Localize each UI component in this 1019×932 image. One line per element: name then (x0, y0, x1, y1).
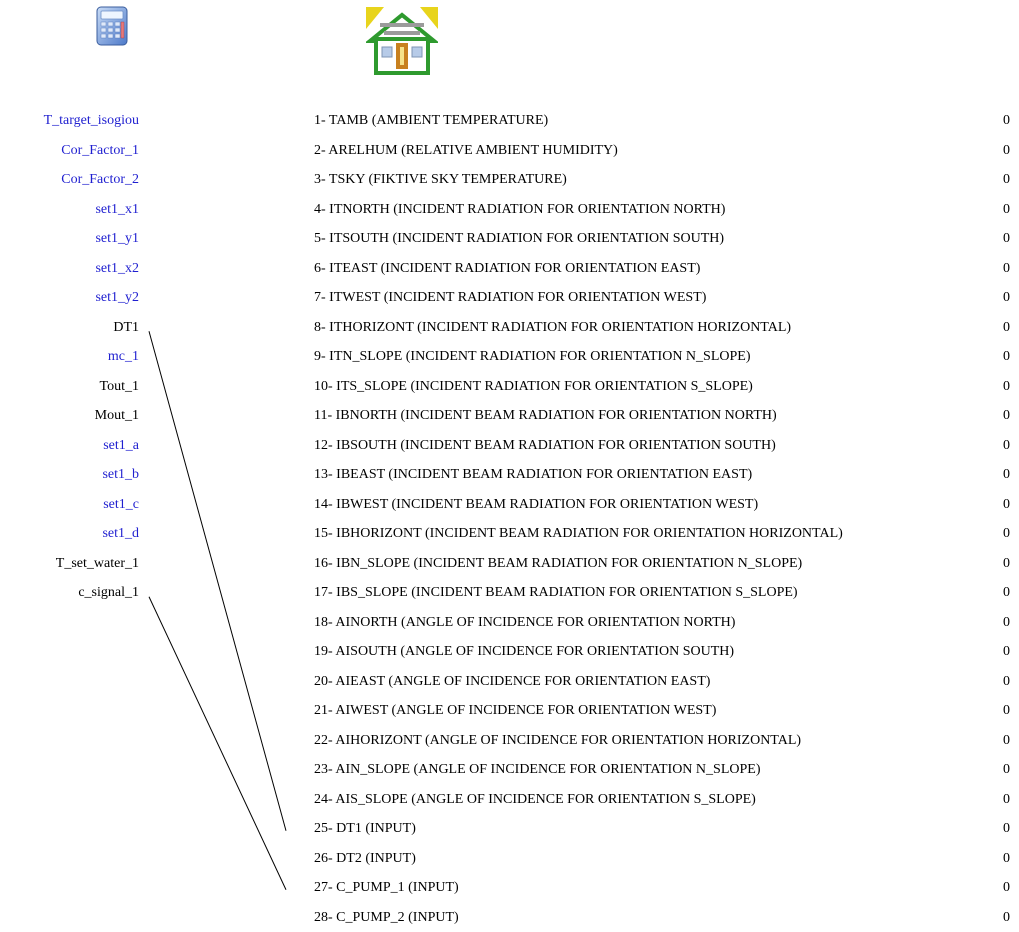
left-item[interactable]: T_target_isogiou (0, 106, 139, 136)
right-item-value: 0 (990, 195, 1010, 225)
right-item[interactable]: 16- IBN_SLOPE (INCIDENT BEAM RADIATION F… (314, 549, 994, 579)
left-item[interactable]: c_signal_1 (0, 578, 139, 608)
right-item[interactable]: 13- IBEAST (INCIDENT BEAM RADIATION FOR … (314, 460, 994, 490)
calculator-icon[interactable] (92, 6, 132, 46)
right-item[interactable]: 17- IBS_SLOPE (INCIDENT BEAM RADIATION F… (314, 578, 994, 608)
right-item[interactable]: 14- IBWEST (INCIDENT BEAM RADIATION FOR … (314, 490, 994, 520)
right-item[interactable]: 2- ARELHUM (RELATIVE AMBIENT HUMIDITY) (314, 136, 994, 166)
left-item[interactable]: set1_b (0, 460, 139, 490)
left-item[interactable]: set1_a (0, 431, 139, 461)
right-item-value: 0 (990, 903, 1010, 932)
right-item[interactable]: 10- ITS_SLOPE (INCIDENT RADIATION FOR OR… (314, 372, 994, 402)
right-item[interactable]: 7- ITWEST (INCIDENT RADIATION FOR ORIENT… (314, 283, 994, 313)
input-variable-list: T_target_isogiouCor_Factor_1Cor_Factor_2… (0, 106, 139, 608)
connection-line (149, 597, 286, 890)
left-item[interactable]: set1_x1 (0, 195, 139, 225)
right-item[interactable]: 25- DT1 (INPUT) (314, 814, 994, 844)
right-item[interactable]: 9- ITN_SLOPE (INCIDENT RADIATION FOR ORI… (314, 342, 994, 372)
right-item-value: 0 (990, 873, 1010, 903)
right-item-value: 0 (990, 460, 1010, 490)
right-item[interactable]: 19- AISOUTH (ANGLE OF INCIDENCE FOR ORIE… (314, 637, 994, 667)
right-item-value: 0 (990, 696, 1010, 726)
left-item[interactable]: Tout_1 (0, 372, 139, 402)
right-item-value: 0 (990, 667, 1010, 697)
right-item[interactable]: 11- IBNORTH (INCIDENT BEAM RADIATION FOR… (314, 401, 994, 431)
right-item[interactable]: 26- DT2 (INPUT) (314, 844, 994, 874)
right-item[interactable]: 6- ITEAST (INCIDENT RADIATION FOR ORIENT… (314, 254, 994, 284)
right-item[interactable]: 23- AIN_SLOPE (ANGLE OF INCIDENCE FOR OR… (314, 755, 994, 785)
left-item[interactable]: Cor_Factor_2 (0, 165, 139, 195)
right-item[interactable]: 24- AIS_SLOPE (ANGLE OF INCIDENCE FOR OR… (314, 785, 994, 815)
right-item-value: 0 (990, 814, 1010, 844)
right-item[interactable]: 22- AIHORIZONT (ANGLE OF INCIDENCE FOR O… (314, 726, 994, 756)
right-item-value: 0 (990, 490, 1010, 520)
right-item-value: 0 (990, 254, 1010, 284)
output-value-list: 0000000000000000000000000000 (990, 106, 1010, 932)
right-item-value: 0 (990, 549, 1010, 579)
output-variable-list: 1- TAMB (AMBIENT TEMPERATURE)2- ARELHUM … (314, 106, 994, 932)
house-icon[interactable] (366, 7, 438, 75)
right-item-value: 0 (990, 578, 1010, 608)
right-item-value: 0 (990, 401, 1010, 431)
left-item[interactable]: DT1 (0, 313, 139, 343)
right-item-value: 0 (990, 313, 1010, 343)
right-item[interactable]: 4- ITNORTH (INCIDENT RADIATION FOR ORIEN… (314, 195, 994, 225)
left-item[interactable]: T_set_water_1 (0, 549, 139, 579)
right-item-value: 0 (990, 106, 1010, 136)
left-item[interactable]: mc_1 (0, 342, 139, 372)
right-item-value: 0 (990, 726, 1010, 756)
right-item-value: 0 (990, 136, 1010, 166)
right-item[interactable]: 1- TAMB (AMBIENT TEMPERATURE) (314, 106, 994, 136)
right-item-value: 0 (990, 165, 1010, 195)
right-item-value: 0 (990, 844, 1010, 874)
left-item[interactable]: Mout_1 (0, 401, 139, 431)
right-item-value: 0 (990, 785, 1010, 815)
right-item-value: 0 (990, 342, 1010, 372)
right-item[interactable]: 3- TSKY (FIKTIVE SKY TEMPERATURE) (314, 165, 994, 195)
right-item[interactable]: 27- C_PUMP_1 (INPUT) (314, 873, 994, 903)
right-item[interactable]: 8- ITHORIZONT (INCIDENT RADIATION FOR OR… (314, 313, 994, 343)
left-item[interactable]: set1_c (0, 490, 139, 520)
right-item-value: 0 (990, 372, 1010, 402)
right-item[interactable]: 28- C_PUMP_2 (INPUT) (314, 903, 994, 932)
left-item[interactable]: set1_d (0, 519, 139, 549)
right-item-value: 0 (990, 431, 1010, 461)
right-item[interactable]: 12- IBSOUTH (INCIDENT BEAM RADIATION FOR… (314, 431, 994, 461)
right-item-value: 0 (990, 608, 1010, 638)
right-item-value: 0 (990, 283, 1010, 313)
right-item-value: 0 (990, 224, 1010, 254)
left-item[interactable]: Cor_Factor_1 (0, 136, 139, 166)
right-item[interactable]: 5- ITSOUTH (INCIDENT RADIATION FOR ORIEN… (314, 224, 994, 254)
right-item[interactable]: 18- AINORTH (ANGLE OF INCIDENCE FOR ORIE… (314, 608, 994, 638)
right-item[interactable]: 21- AIWEST (ANGLE OF INCIDENCE FOR ORIEN… (314, 696, 994, 726)
left-item[interactable]: set1_x2 (0, 254, 139, 284)
right-item-value: 0 (990, 519, 1010, 549)
right-item[interactable]: 15- IBHORIZONT (INCIDENT BEAM RADIATION … (314, 519, 994, 549)
right-item[interactable]: 20- AIEAST (ANGLE OF INCIDENCE FOR ORIEN… (314, 667, 994, 697)
left-item[interactable]: set1_y1 (0, 224, 139, 254)
right-item-value: 0 (990, 637, 1010, 667)
right-item-value: 0 (990, 755, 1010, 785)
left-item[interactable]: set1_y2 (0, 283, 139, 313)
connection-line (149, 331, 286, 831)
